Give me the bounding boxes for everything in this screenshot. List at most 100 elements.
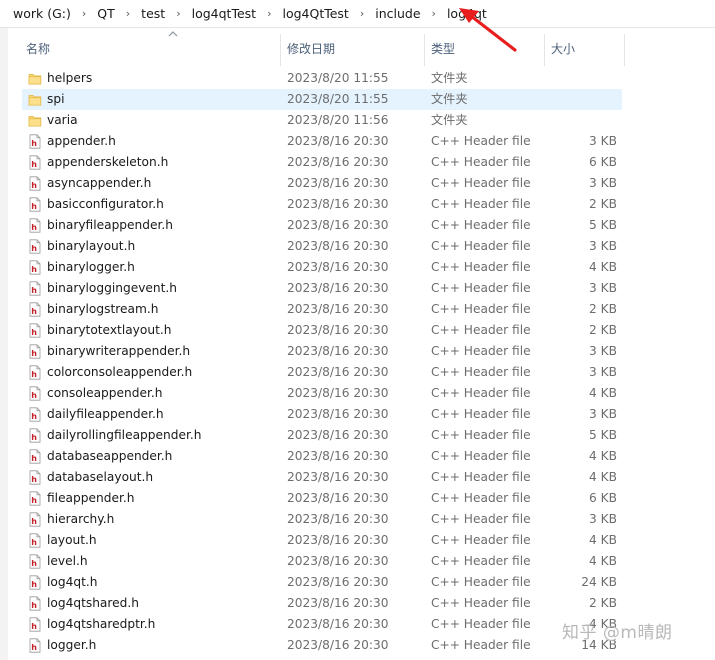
- breadcrumb-chevron-icon[interactable]: ›: [259, 7, 279, 20]
- file-type: C++ Header file: [431, 575, 531, 589]
- file-row[interactable]: h dailyfileappender.h 2023/8/16 20:30 C++ H…: [22, 404, 622, 425]
- file-type: C++ Header file: [431, 176, 531, 190]
- file-row[interactable]: h binaryfileappender.h 2023/8/16 20:30 C++ …: [22, 215, 622, 236]
- file-row[interactable]: h databaselayout.h 2023/8/16 20:30 C++ Head…: [22, 467, 622, 488]
- file-name: fileappender.h: [47, 491, 135, 505]
- header-file-icon: h: [28, 491, 42, 506]
- sort-ascending-icon[interactable]: [167, 28, 179, 40]
- file-row[interactable]: h fileappender.h 2023/8/16 20:30 C++ Header…: [22, 488, 622, 509]
- svg-text:h: h: [31, 433, 37, 442]
- file-date: 2023/8/20 11:56: [287, 113, 389, 127]
- file-size: 4 KB: [589, 554, 617, 568]
- file-row[interactable]: h colorconsoleappender.h 2023/8/16 20:30 C+…: [22, 362, 622, 383]
- file-name: colorconsoleappender.h: [47, 365, 193, 379]
- file-row[interactable]: h basicconfigurator.h 2023/8/16 20:30 C++ H…: [22, 194, 622, 215]
- svg-text:h: h: [31, 622, 37, 631]
- column-separator[interactable]: [280, 34, 281, 66]
- file-row[interactable]: h dailyrollingfileappender.h 2023/8/16 20:…: [22, 425, 622, 446]
- file-row[interactable]: spi 2023/8/20 11:55 文件夹: [22, 89, 622, 110]
- svg-text:h: h: [31, 139, 37, 148]
- file-row[interactable]: h binaryloggingevent.h 2023/8/16 20:30 C++ …: [22, 278, 622, 299]
- file-size: 3 KB: [589, 407, 617, 421]
- file-row[interactable]: h binarylogger.h 2023/8/16 20:30 C++ Header…: [22, 257, 622, 278]
- file-date: 2023/8/16 20:30: [287, 323, 389, 337]
- folder-icon: [28, 113, 42, 128]
- breadcrumb-chevron-icon[interactable]: ›: [168, 7, 188, 20]
- file-row[interactable]: h hierarchy.h 2023/8/16 20:30 C++ Header fi…: [22, 509, 622, 530]
- file-name: binarylogstream.h: [47, 302, 159, 316]
- file-row[interactable]: h consoleappender.h 2023/8/16 20:30 C++ Hea…: [22, 383, 622, 404]
- breadcrumb-item[interactable]: test: [138, 6, 168, 21]
- breadcrumb-item[interactable]: work (G:): [0, 6, 74, 21]
- column-header-type[interactable]: 类型: [431, 28, 455, 66]
- column-header-date[interactable]: 修改日期: [287, 28, 335, 66]
- breadcrumb-chevron-icon[interactable]: ›: [352, 7, 372, 20]
- file-type: C++ Header file: [431, 386, 531, 400]
- file-row[interactable]: h log4qtshared.h 2023/8/16 20:30 C++ Header…: [22, 593, 622, 614]
- svg-text:h: h: [31, 538, 37, 547]
- file-row[interactable]: h binarywriterappender.h 2023/8/16 20:30 C+…: [22, 341, 622, 362]
- file-date: 2023/8/16 20:30: [287, 218, 389, 232]
- header-file-icon: h: [28, 449, 42, 464]
- column-separator[interactable]: [624, 34, 625, 66]
- column-separator[interactable]: [544, 34, 545, 66]
- file-size: 3 KB: [589, 134, 617, 148]
- file-row[interactable]: h asyncappender.h 2023/8/16 20:30 C++ Heade…: [22, 173, 622, 194]
- file-row[interactable]: h binarylogstream.h 2023/8/16 20:30 C++ Hea…: [22, 299, 622, 320]
- file-row[interactable]: h level.h 2023/8/16 20:30 C++ Header file 4 …: [22, 551, 622, 572]
- file-row[interactable]: h log4qtsharedptr.h 2023/8/16 20:30 C++ Hea…: [22, 614, 622, 635]
- file-row[interactable]: h appenderskeleton.h 2023/8/16 20:30 C++ He…: [22, 152, 622, 173]
- watermark: 知乎 @m晴朗: [562, 623, 673, 643]
- column-header-name[interactable]: 名称: [26, 28, 50, 66]
- file-row[interactable]: h binarylayout.h 2023/8/16 20:30 C++ Header…: [22, 236, 622, 257]
- breadcrumb-chevron-icon[interactable]: ›: [74, 7, 94, 20]
- svg-text:h: h: [31, 370, 37, 379]
- breadcrumb-item[interactable]: log4QtTest: [279, 6, 351, 21]
- file-name: logger.h: [47, 638, 97, 652]
- breadcrumb-chevron-icon[interactable]: ›: [118, 7, 138, 20]
- file-row[interactable]: h logger.h 2023/8/16 20:30 C++ Header file 1…: [22, 635, 622, 656]
- file-date: 2023/8/16 20:30: [287, 302, 389, 316]
- file-name: log4qt.h: [47, 575, 98, 589]
- svg-text:h: h: [31, 391, 37, 400]
- file-row[interactable]: h databaseappender.h 2023/8/16 20:30 C++ He…: [22, 446, 622, 467]
- file-date: 2023/8/16 20:30: [287, 596, 389, 610]
- file-date: 2023/8/16 20:30: [287, 638, 389, 652]
- file-name: consoleappender.h: [47, 386, 163, 400]
- breadcrumb-item[interactable]: include: [372, 6, 423, 21]
- breadcrumb-item[interactable]: log4qtTest: [189, 6, 259, 21]
- svg-text:h: h: [31, 580, 37, 589]
- file-type: C++ Header file: [431, 533, 531, 547]
- file-name: level.h: [47, 554, 88, 568]
- breadcrumb-chevron-icon[interactable]: ›: [424, 7, 444, 20]
- svg-text:h: h: [31, 223, 37, 232]
- file-row[interactable]: h layout.h 2023/8/16 20:30 C++ Header file 4…: [22, 530, 622, 551]
- column-header-size[interactable]: 大小: [551, 28, 575, 66]
- file-size: 2 KB: [589, 302, 617, 316]
- breadcrumb: work (G:) › QT › test › log4qtTest › log4QtTest ›…: [0, 0, 715, 27]
- file-type: 文件夹: [431, 113, 468, 127]
- file-name: dailyfileappender.h: [47, 407, 164, 421]
- file-name: binarytotextlayout.h: [47, 323, 172, 337]
- file-name: spi: [47, 92, 65, 106]
- header-file-icon: h: [28, 260, 42, 275]
- header-file-icon: h: [28, 407, 42, 422]
- file-date: 2023/8/16 20:30: [287, 428, 389, 442]
- file-date: 2023/8/16 20:30: [287, 239, 389, 253]
- file-row[interactable]: h appender.h 2023/8/16 20:30 C++ Header fil…: [22, 131, 622, 152]
- header-file-icon: h: [28, 533, 42, 548]
- file-name: binaryfileappender.h: [47, 218, 173, 232]
- file-name: varia: [47, 113, 78, 127]
- breadcrumb-item[interactable]: QT: [94, 6, 117, 21]
- file-row[interactable]: varia 2023/8/20 11:56 文件夹: [22, 110, 622, 131]
- folder-icon: [28, 71, 42, 86]
- header-file-icon: h: [28, 617, 42, 632]
- file-name: binarylogger.h: [47, 260, 135, 274]
- column-separator[interactable]: [424, 34, 425, 66]
- file-name: layout.h: [47, 533, 97, 547]
- file-list: helpers 2023/8/20 11:55 文件夹 spi 2023/8/20 11…: [22, 68, 622, 656]
- file-size: 3 KB: [589, 512, 617, 526]
- file-row[interactable]: h log4qt.h 2023/8/16 20:30 C++ Header file 2…: [22, 572, 622, 593]
- file-row[interactable]: h binarytotextlayout.h 2023/8/16 20:30 C++ …: [22, 320, 622, 341]
- file-row[interactable]: helpers 2023/8/20 11:55 文件夹: [22, 68, 622, 89]
